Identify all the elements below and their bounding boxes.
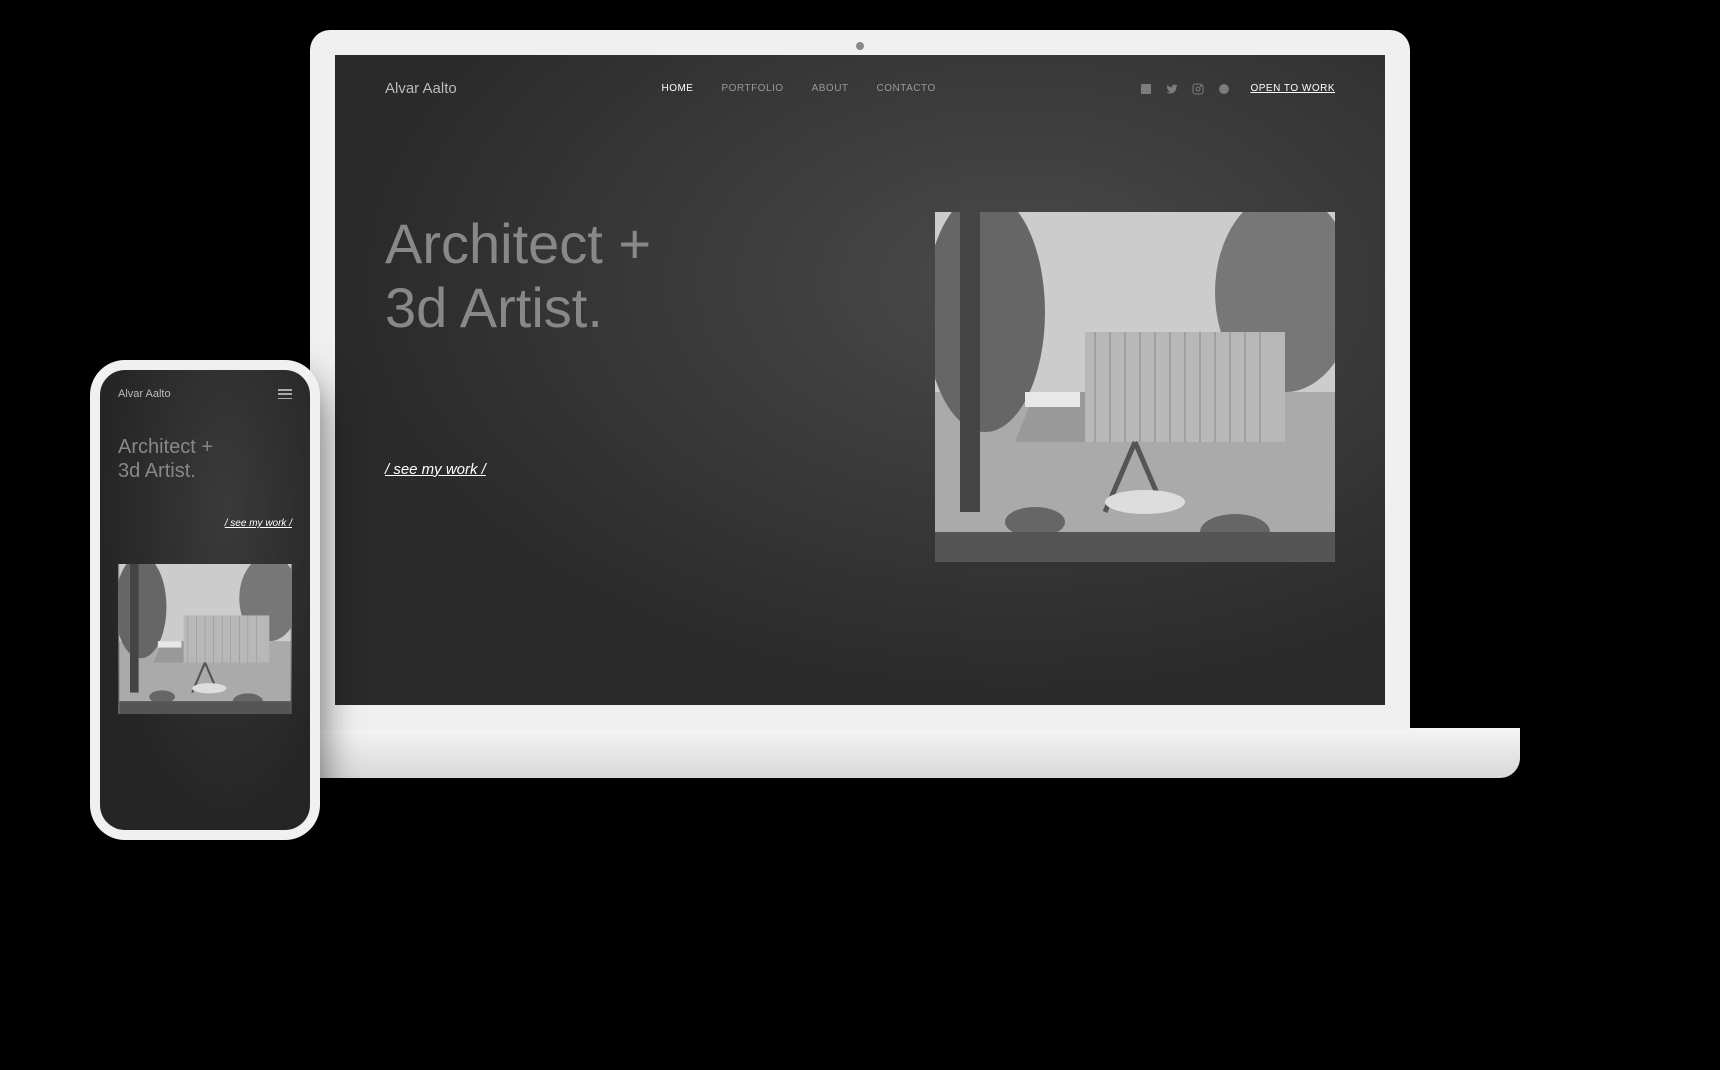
- architecture-image-icon: [935, 212, 1335, 562]
- main-nav: HOME PORTFOLIO ABOUT CONTACTO: [661, 83, 935, 94]
- laptop-base: [200, 728, 1520, 778]
- social-links: [1140, 83, 1230, 95]
- nav-item-portfolio[interactable]: PORTFOLIO: [721, 83, 783, 94]
- twitter-icon[interactable]: [1166, 83, 1178, 95]
- mobile-hero-title: Architect + 3d Artist.: [118, 435, 292, 483]
- hamburger-menu-icon[interactable]: [278, 389, 292, 399]
- instagram-icon[interactable]: [1192, 83, 1204, 95]
- mobile-logo[interactable]: Alvar Aalto: [118, 388, 171, 400]
- nav-item-contacto[interactable]: CONTACTO: [877, 83, 936, 94]
- nav-item-about[interactable]: ABOUT: [812, 83, 849, 94]
- see-my-work-link[interactable]: / see my work /: [385, 461, 486, 478]
- linkedin-icon[interactable]: [1140, 83, 1152, 95]
- hero-text: Architect + 3d Artist. / see my work /: [385, 212, 865, 479]
- laptop-screen: Alvar Aalto HOME PORTFOLIO ABOUT CONTACT…: [310, 30, 1410, 730]
- pinterest-icon[interactable]: [1218, 83, 1230, 95]
- laptop-viewport: Alvar Aalto HOME PORTFOLIO ABOUT CONTACT…: [335, 55, 1385, 705]
- mobile-header: Alvar Aalto: [118, 388, 292, 400]
- hero-image: [935, 212, 1335, 562]
- phone-viewport: Alvar Aalto Architect + 3d Artist. / see…: [100, 370, 310, 830]
- nav-item-home[interactable]: HOME: [661, 83, 693, 94]
- mobile-architecture-image-icon: [118, 564, 292, 714]
- mobile-see-work-text: / see my work /: [225, 518, 292, 529]
- open-to-work-link[interactable]: OPEN TO WORK: [1250, 83, 1335, 94]
- hero-title-line1: Architect +: [385, 212, 651, 275]
- laptop-mockup: Alvar Aalto HOME PORTFOLIO ABOUT CONTACT…: [200, 30, 1520, 880]
- mobile-hero-title-line2: 3d Artist.: [118, 460, 196, 482]
- hero-section: Architect + 3d Artist. / see my work /: [335, 122, 1385, 602]
- hero-title-line2: 3d Artist.: [385, 276, 603, 339]
- site-logo[interactable]: Alvar Aalto: [385, 80, 457, 97]
- hero-title: Architect + 3d Artist.: [385, 212, 865, 341]
- phone-mockup: Alvar Aalto Architect + 3d Artist. / see…: [90, 360, 320, 840]
- header-right: OPEN TO WORK: [1140, 83, 1335, 95]
- mobile-see-my-work-link[interactable]: / see my work /: [118, 518, 292, 529]
- mobile-hero-image: [118, 564, 292, 714]
- site-header: Alvar Aalto HOME PORTFOLIO ABOUT CONTACT…: [335, 55, 1385, 122]
- phone-frame: Alvar Aalto Architect + 3d Artist. / see…: [90, 360, 320, 840]
- mobile-hero-title-line1: Architect +: [118, 436, 213, 458]
